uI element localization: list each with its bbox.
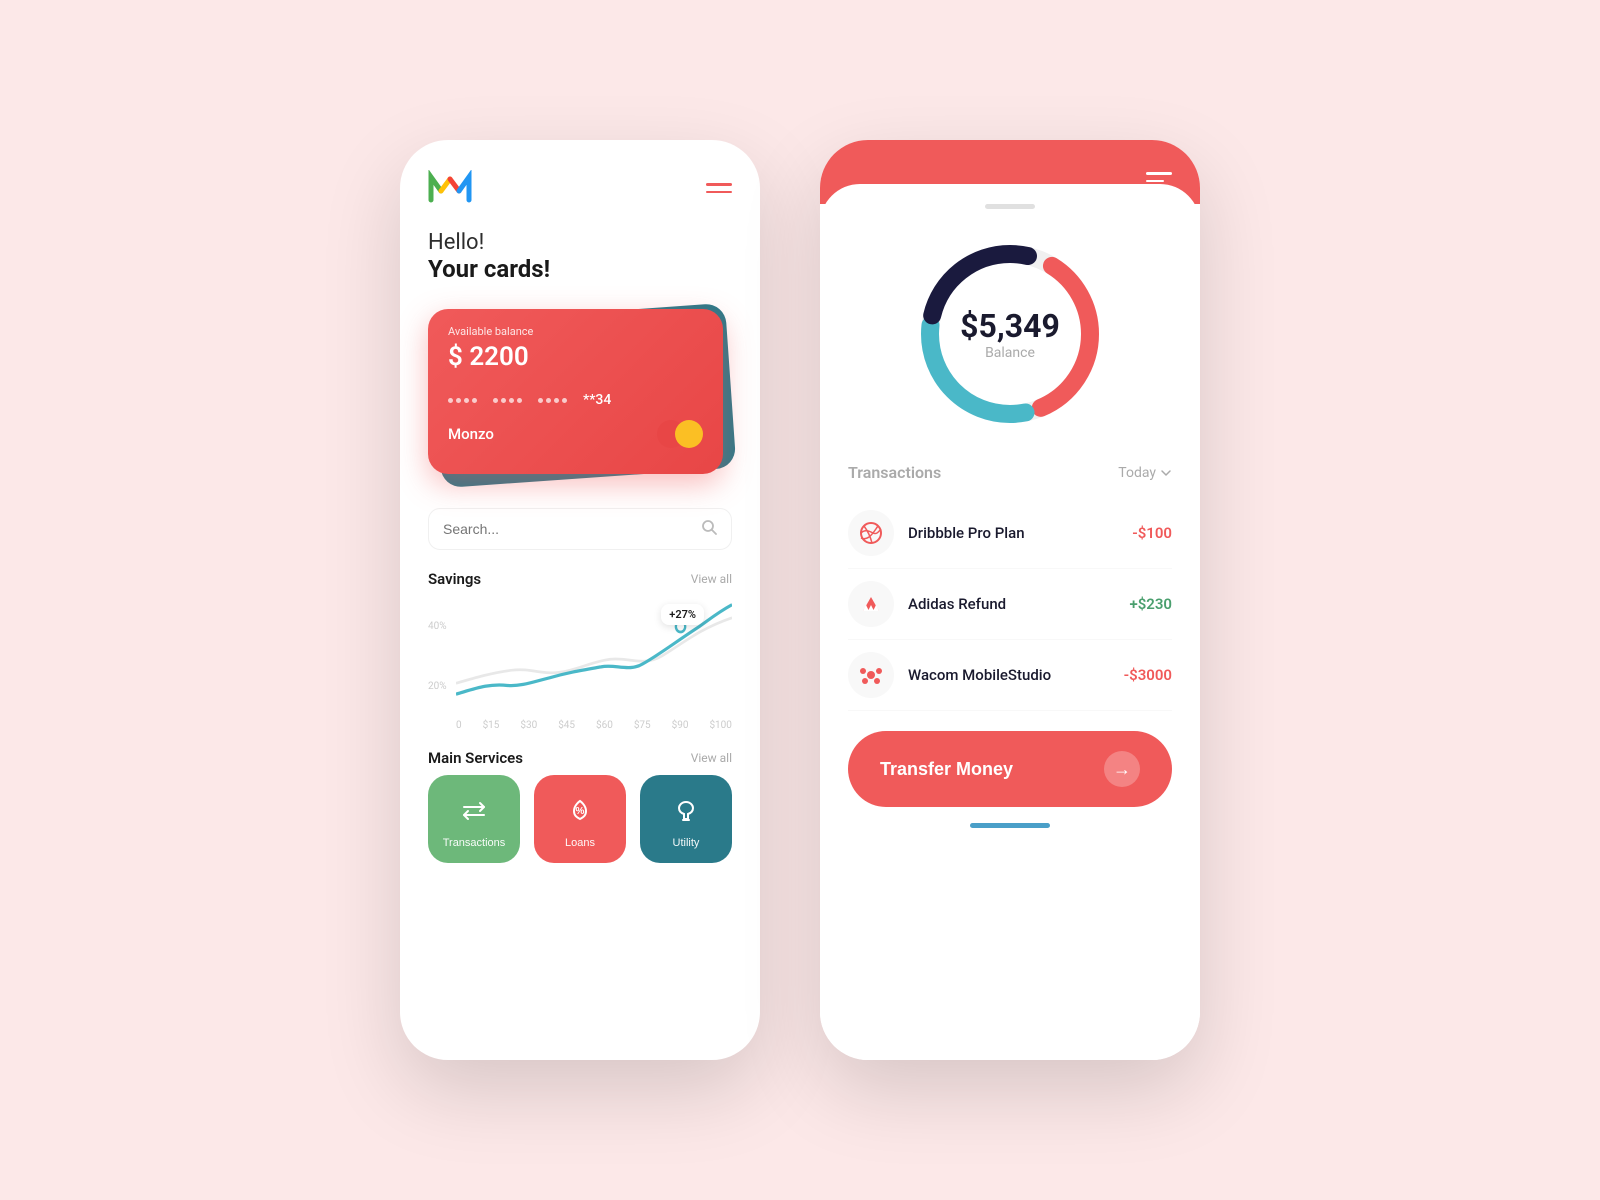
drag-handle	[985, 204, 1035, 209]
donut-chart: $5,349 Balance	[848, 229, 1172, 439]
left-header	[428, 170, 732, 206]
loans-service-btn[interactable]: % Loans	[534, 775, 626, 863]
transaction-adidas: Adidas Refund +$230	[848, 569, 1172, 640]
transfer-label: Transfer Money	[880, 759, 1013, 780]
dribbble-name: Dribbble Pro Plan	[908, 524, 1118, 542]
savings-view-all[interactable]: View all	[691, 572, 732, 586]
transactions-title: Transactions	[848, 463, 941, 482]
greeting-hello: Hello!	[428, 230, 732, 255]
balance-label: Balance	[960, 345, 1060, 361]
card-front[interactable]: Available balance $ 2200 **34 Monzo	[428, 309, 723, 474]
transactions-icon	[456, 793, 492, 829]
right-menu-icon[interactable]	[1146, 172, 1172, 182]
savings-chart: 40% 20% +27%	[428, 596, 732, 716]
services-header: Main Services View all	[428, 749, 732, 767]
transfer-money-button[interactable]: Transfer Money →	[848, 731, 1172, 807]
chart-svg-wrap: +27%	[456, 596, 732, 716]
donut-center: $5,349 Balance	[960, 307, 1060, 361]
transaction-wacom: Wacom MobileStudio -$3000	[848, 640, 1172, 711]
wacom-icon	[848, 652, 894, 698]
app-logo	[428, 170, 472, 206]
card-last-digits: **34	[583, 392, 611, 408]
wacom-name: Wacom MobileStudio	[908, 666, 1110, 684]
card-dots: **34	[448, 392, 703, 408]
right-body: $5,349 Balance Transactions Today	[820, 184, 1200, 1060]
search-input[interactable]	[443, 521, 693, 537]
utility-label: Utility	[673, 837, 700, 849]
adidas-icon	[848, 581, 894, 627]
menu-icon[interactable]	[706, 183, 732, 193]
transactions-service-btn[interactable]: Transactions	[428, 775, 520, 863]
card-name: Monzo	[448, 425, 494, 443]
card-bottom: Monzo	[448, 420, 703, 448]
loans-icon: %	[562, 793, 598, 829]
today-filter[interactable]: Today	[1118, 465, 1172, 481]
services-grid: Transactions % Loans Util	[428, 775, 732, 863]
svg-text:%: %	[576, 806, 585, 817]
utility-service-btn[interactable]: Utility	[640, 775, 732, 863]
savings-title: Savings	[428, 570, 481, 588]
balance-amount: $5,349	[960, 307, 1060, 345]
search-bar[interactable]	[428, 508, 732, 550]
adidas-name: Adidas Refund	[908, 595, 1115, 613]
transactions-label: Transactions	[443, 837, 506, 849]
transactions-header: Transactions Today	[848, 463, 1172, 482]
wacom-amount: -$3000	[1124, 666, 1172, 684]
card-stack: Available balance $ 2200 **34 Monzo	[428, 301, 732, 486]
dribbble-amount: -$100	[1132, 524, 1172, 542]
savings-header: Savings View all	[428, 570, 732, 588]
chart-y-labels: 40% 20%	[428, 596, 447, 716]
card-balance: $ 2200	[448, 342, 703, 372]
today-label: Today	[1118, 465, 1156, 481]
adidas-amount: +$230	[1129, 595, 1172, 613]
dribbble-icon	[848, 510, 894, 556]
chart-x-labels: 0 $15 $30 $45 $60 $75 $90 $100	[428, 720, 732, 731]
greeting-cards: Your cards!	[428, 255, 732, 283]
services-view-all[interactable]: View all	[691, 751, 732, 765]
available-label: Available balance	[448, 325, 703, 338]
transaction-dribbble: Dribbble Pro Plan -$100	[848, 498, 1172, 569]
chart-tooltip: +27%	[661, 604, 704, 625]
mastercard-logo	[657, 420, 703, 448]
bottom-bar	[970, 823, 1050, 828]
search-icon	[701, 519, 717, 539]
phones-container: Hello! Your cards! Available balance $ 2…	[400, 140, 1200, 1060]
chevron-down-icon	[1160, 467, 1172, 479]
services-title: Main Services	[428, 749, 523, 767]
utility-icon	[668, 793, 704, 829]
transfer-arrow-icon: →	[1104, 751, 1140, 787]
loans-label: Loans	[565, 837, 595, 849]
greeting: Hello! Your cards!	[428, 230, 732, 283]
phone-left: Hello! Your cards! Available balance $ 2…	[400, 140, 760, 1060]
phone-right: $5,349 Balance Transactions Today	[820, 140, 1200, 1060]
